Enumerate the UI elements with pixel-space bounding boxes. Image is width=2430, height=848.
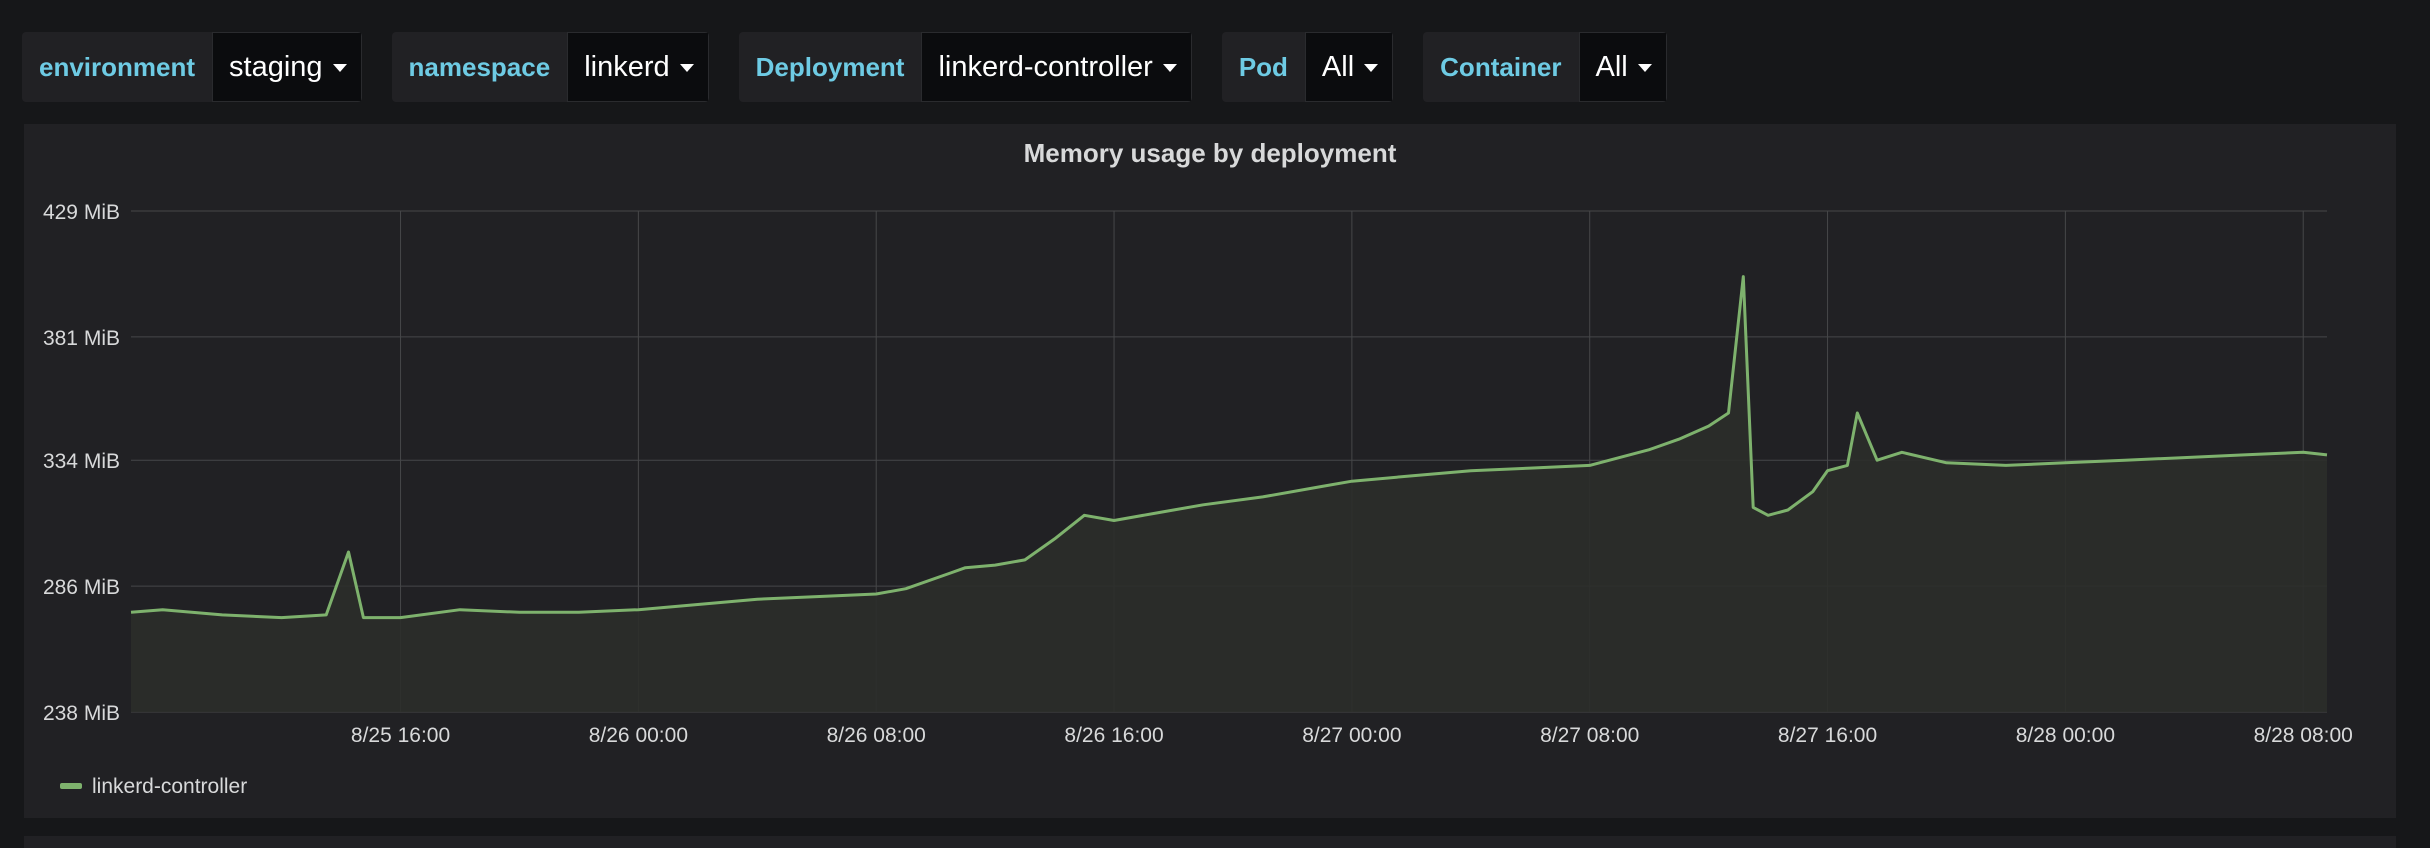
container-value: All (1595, 50, 1628, 83)
variable-label-environment: environment (22, 32, 213, 102)
x-tick-label: 8/27 16:00 (1778, 724, 1877, 747)
y-tick-label: 381 MiB (43, 327, 120, 350)
x-tick-label: 8/26 08:00 (827, 724, 926, 747)
graph-panel[interactable]: Memory usage by deployment 238 MiB 286 Mi… (24, 124, 2396, 818)
next-panel-edge (24, 836, 2396, 848)
variable-environment: environment staging (22, 32, 362, 102)
x-tick-label: 8/27 00:00 (1302, 724, 1401, 747)
environment-value: staging (229, 50, 323, 83)
series-area-fill (131, 276, 2327, 712)
y-tick-label: 429 MiB (43, 201, 120, 224)
caret-down-icon (1162, 64, 1177, 72)
pod-dropdown[interactable]: All (1304, 32, 1394, 102)
y-tick-label: 238 MiB (43, 702, 120, 725)
variable-namespace: namespace linkerd (391, 32, 709, 102)
variable-label-deployment: Deployment (738, 32, 922, 102)
y-tick-label: 286 MiB (43, 576, 120, 599)
environment-dropdown[interactable]: staging (212, 32, 362, 102)
legend-swatch (60, 783, 82, 789)
deployment-value: linkerd-controller (938, 50, 1153, 83)
pod-value: All (1321, 50, 1355, 83)
variable-label-pod: Pod (1221, 32, 1305, 102)
x-tick-label: 8/26 00:00 (589, 724, 688, 747)
x-tick-label: 8/25 16:00 (351, 724, 450, 747)
x-tick-label: 8/28 00:00 (2016, 724, 2115, 747)
deployment-dropdown[interactable]: linkerd-controller (921, 32, 1192, 102)
x-tick-label: 8/26 16:00 (1064, 724, 1163, 747)
variable-deployment: Deployment linkerd-controller (738, 32, 1192, 102)
variable-pod: Pod All (1221, 32, 1394, 102)
variable-bar: environment staging namespace linkerd De… (22, 32, 1667, 102)
variable-container: Container All (1423, 32, 1667, 102)
x-tick-label: 8/28 08:00 (2254, 724, 2353, 747)
memory-chart: 238 MiB 286 MiB 334 MiB 381 MiB 429 MiB 8/25 … (43, 201, 2353, 798)
caret-down-icon (1364, 64, 1379, 72)
x-tick-label: 8/27 08:00 (1540, 724, 1639, 747)
namespace-dropdown[interactable]: linkerd (567, 32, 709, 102)
caret-down-icon (332, 64, 347, 72)
namespace-value: linkerd (584, 50, 670, 83)
caret-down-icon (679, 64, 694, 72)
y-tick-label: 334 MiB (43, 450, 120, 473)
legend-item-linkerd-controller[interactable]: linkerd-controller (92, 775, 247, 798)
container-dropdown[interactable]: All (1578, 32, 1667, 102)
caret-down-icon (1637, 64, 1652, 72)
variable-label-namespace: namespace (391, 32, 568, 102)
variable-label-container: Container (1423, 32, 1579, 102)
